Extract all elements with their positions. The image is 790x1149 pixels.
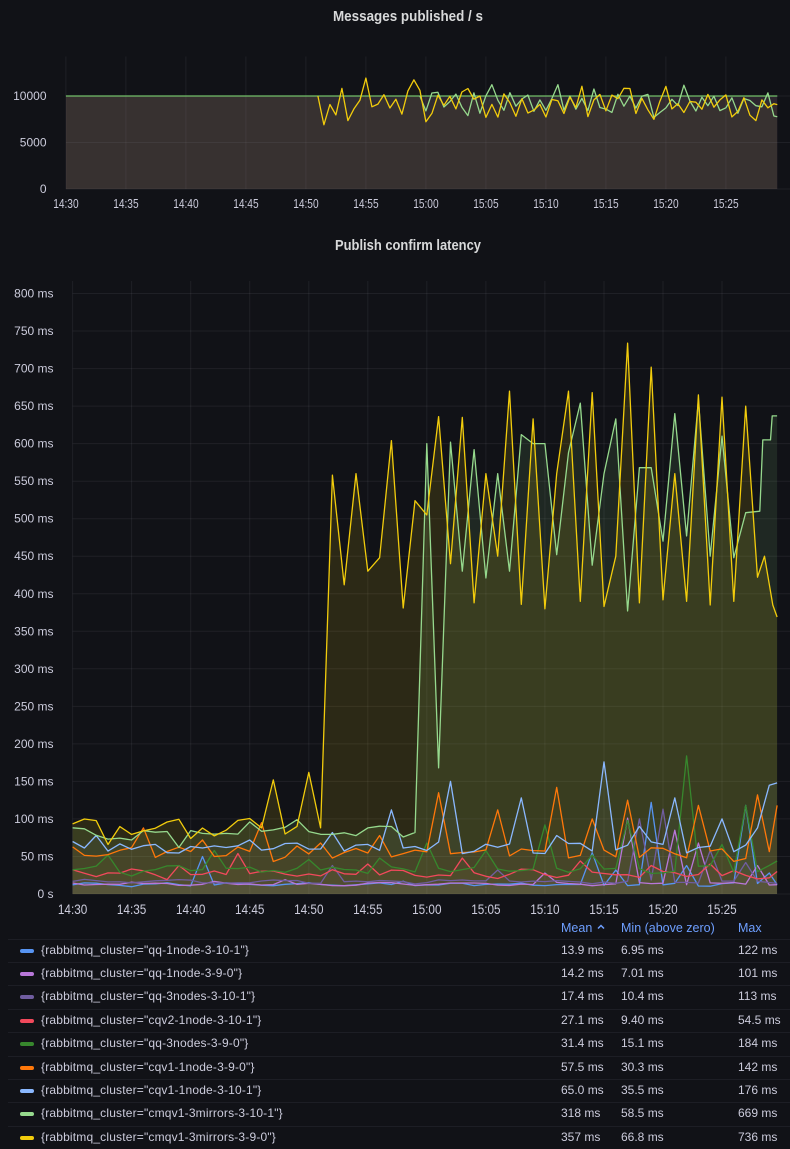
svg-text:15:15: 15:15 (589, 901, 619, 917)
svg-text:15:25: 15:25 (707, 901, 737, 917)
svg-text:600 ms: 600 ms (14, 437, 53, 451)
svg-text:300 ms: 300 ms (14, 662, 53, 676)
svg-text:250 ms: 250 ms (14, 699, 53, 713)
svg-text:14:55: 14:55 (353, 901, 383, 917)
svg-text:14:40: 14:40 (176, 901, 206, 917)
svg-text:15:00: 15:00 (412, 901, 442, 917)
svg-text:15:20: 15:20 (648, 901, 678, 917)
svg-text:150 ms: 150 ms (14, 774, 53, 788)
svg-text:650 ms: 650 ms (14, 399, 53, 413)
svg-text:14:50: 14:50 (294, 901, 324, 917)
svg-text:14:30: 14:30 (58, 901, 88, 917)
svg-text:550 ms: 550 ms (14, 474, 53, 488)
svg-text:Publish confirm latency: Publish confirm latency (335, 238, 481, 254)
svg-text:700 ms: 700 ms (14, 362, 53, 376)
svg-text:800 ms: 800 ms (14, 287, 53, 301)
svg-text:400 ms: 400 ms (14, 587, 53, 601)
svg-text:450 ms: 450 ms (14, 549, 53, 563)
svg-text:500 ms: 500 ms (14, 512, 53, 526)
svg-text:0 s: 0 s (37, 887, 53, 901)
svg-text:100 ms: 100 ms (14, 812, 53, 826)
svg-text:350 ms: 350 ms (14, 624, 53, 638)
svg-text:14:35: 14:35 (117, 901, 147, 917)
svg-text:15:05: 15:05 (471, 901, 501, 917)
svg-text:14:45: 14:45 (235, 901, 265, 917)
svg-text:50 ms: 50 ms (21, 850, 54, 864)
svg-text:200 ms: 200 ms (14, 737, 53, 751)
svg-text:15:10: 15:10 (530, 901, 560, 917)
svg-text:750 ms: 750 ms (14, 324, 53, 338)
